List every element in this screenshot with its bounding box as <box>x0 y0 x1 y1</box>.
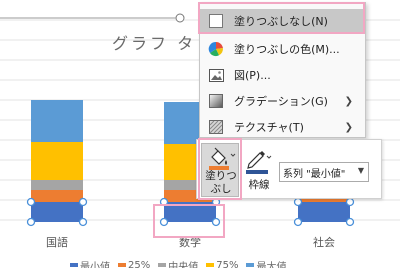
legend-item-median[interactable]: 中央値 <box>158 258 198 268</box>
texture-icon <box>208 119 224 135</box>
selection-handle[interactable] <box>211 197 221 207</box>
selection-handle[interactable] <box>26 217 36 227</box>
gradient-icon <box>208 93 224 109</box>
legend-label: 75% <box>216 259 239 268</box>
selection-handle[interactable] <box>293 217 303 227</box>
submenu-arrow-icon: ❯ <box>344 121 353 133</box>
menu-item-no-fill[interactable]: 塗りつぶしなし(N) <box>200 9 365 33</box>
menu-item-label: 塗りつぶしなし(N) <box>234 15 328 28</box>
outline-label: 枠線 <box>248 179 270 191</box>
bar-segment[interactable] <box>31 100 83 142</box>
fill-button[interactable]: 塗りつ ぶし <box>201 143 239 197</box>
legend-label: 25% <box>128 259 151 268</box>
bar-segment[interactable] <box>164 202 216 222</box>
legend-label: 最大値 <box>256 261 287 268</box>
legend-label: 最小値 <box>80 261 110 268</box>
paint-bucket-icon <box>209 147 236 170</box>
selection-handle[interactable] <box>293 197 303 207</box>
series-selector-value: 系列 "最小値" <box>283 168 346 180</box>
menu-item-label: テクスチャ(T) <box>234 121 304 134</box>
submenu-arrow-icon: ❯ <box>344 95 353 107</box>
picture-icon <box>208 67 224 83</box>
legend-item-q3[interactable]: 75% <box>206 258 238 268</box>
selection-handle[interactable] <box>78 217 88 227</box>
legend-swatch <box>70 263 78 267</box>
selection-handle[interactable] <box>211 217 221 227</box>
legend-swatch <box>246 263 255 267</box>
bar-segment[interactable] <box>31 180 83 190</box>
selection-handle[interactable] <box>159 217 169 227</box>
bar-segment[interactable] <box>298 202 350 222</box>
bar-segment[interactable] <box>31 202 83 222</box>
chart-resize-handle[interactable] <box>175 13 185 23</box>
legend-item-min[interactable]: 最小値 <box>70 258 110 268</box>
bar-segment[interactable] <box>31 142 83 180</box>
chart-legend[interactable]: 最小値 25% 中央値 75% 最大値 <box>70 258 286 268</box>
selection-handle[interactable] <box>78 197 88 207</box>
category-label-shakai: 社会 <box>313 236 335 249</box>
format-mini-toolbar: 塗りつ ぶし 枠線 系列 "最小値" ▼ <box>196 139 382 199</box>
menu-item-texture[interactable]: テクスチャ(T) ❯ <box>200 115 365 139</box>
legend-label: 中央値 <box>168 261 199 268</box>
menu-item-label: グラデーション(G) <box>234 95 328 108</box>
legend-swatch <box>206 263 215 267</box>
color-wheel-icon <box>208 41 224 57</box>
chart-title[interactable]: グラフ タ <box>112 30 196 54</box>
fill-label-line1: 塗りつ <box>205 170 237 182</box>
selection-handle[interactable] <box>345 197 355 207</box>
menu-item-label: 塗りつぶしの色(M)... <box>234 43 340 56</box>
selection-handle[interactable] <box>26 197 36 207</box>
pen-icon <box>246 151 272 174</box>
series-selector-dropdown[interactable]: 系列 "最小値" ▼ <box>279 162 369 182</box>
menu-item-label: 図(P)... <box>234 69 271 82</box>
bar-segment[interactable] <box>31 190 83 202</box>
legend-item-q1[interactable]: 25% <box>118 258 150 268</box>
legend-item-max[interactable]: 最大値 <box>246 258 286 268</box>
no-fill-icon <box>208 13 224 29</box>
selection-handle[interactable] <box>345 217 355 227</box>
menu-item-fill-color[interactable]: 塗りつぶしの色(M)... <box>200 37 365 61</box>
menu-item-picture[interactable]: 図(P)... <box>200 63 365 87</box>
category-label-kokugo: 国語 <box>46 236 68 249</box>
selection-handle[interactable] <box>159 197 169 207</box>
fill-label-line2: ぶし <box>210 183 232 195</box>
legend-swatch <box>158 263 167 267</box>
fill-dropdown-menu: 塗りつぶしなし(N) 塗りつぶしの色(M)... 図(P)... グラデーション… <box>199 2 366 138</box>
category-label-sugaku: 数学 <box>179 236 201 249</box>
menu-item-gradient[interactable]: グラデーション(G) ❯ <box>200 89 365 113</box>
chevron-down-icon: ▼ <box>357 166 364 175</box>
legend-swatch <box>118 263 126 267</box>
outline-button[interactable]: 枠線 <box>243 143 275 197</box>
